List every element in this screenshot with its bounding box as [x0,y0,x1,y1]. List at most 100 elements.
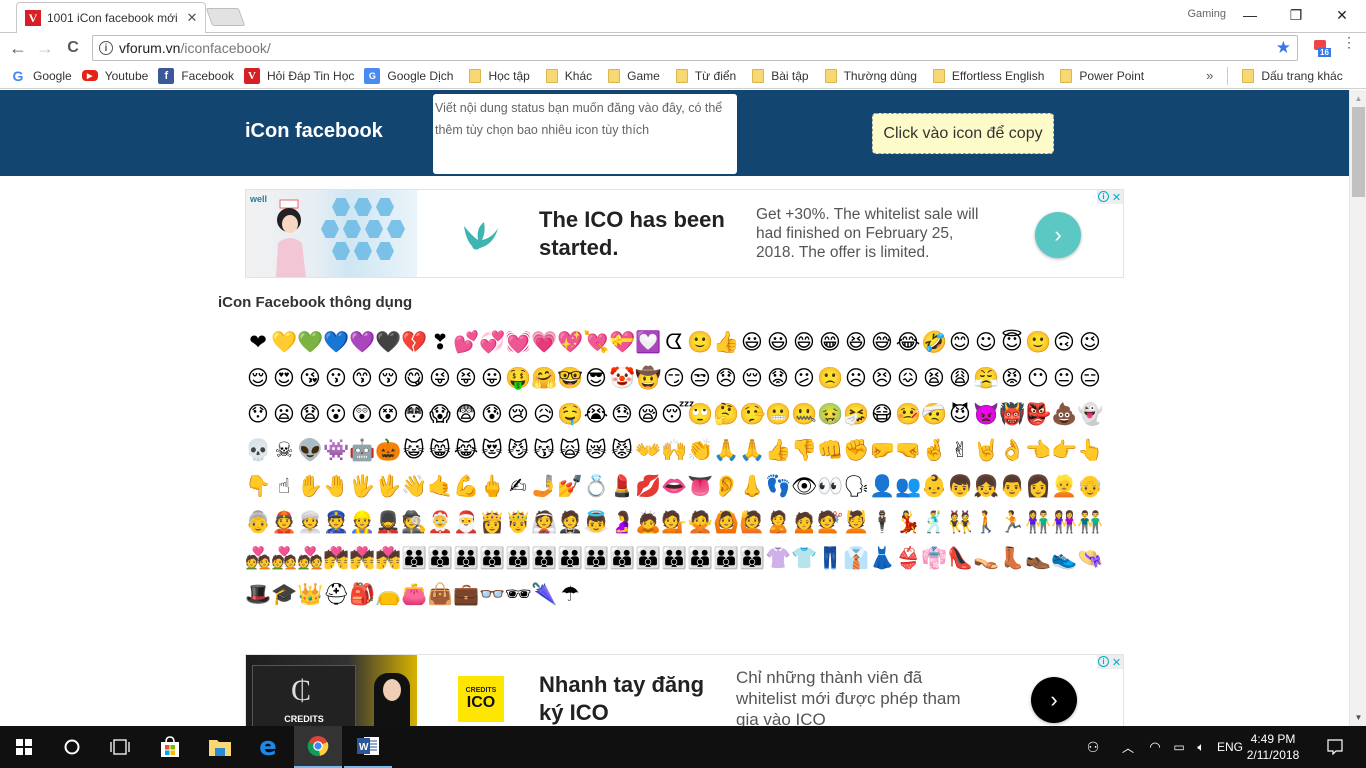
bookmark-folder-effortless-english[interactable]: Effortless English [932,68,1044,83]
emoji-item[interactable]: 👪 [661,540,687,576]
emoji-item[interactable]: 😵 [375,396,401,432]
bookmark-facebook[interactable]: f Facebook [158,67,234,84]
emoji-item[interactable]: 😽 [531,432,557,468]
emoji-item[interactable]: 💁 [661,504,687,540]
emoji-item[interactable]: 🎃 [375,432,401,468]
emoji-item[interactable]: 😏 [661,360,687,396]
emoji-item[interactable]: 👷 [349,504,375,540]
emoji-item[interactable]: 👓 [479,576,505,612]
emoji-item[interactable]: 🤰 [609,504,635,540]
emoji-item[interactable]: 👗 [869,540,895,576]
emoji-item[interactable]: 👪 [739,540,765,576]
emoji-item[interactable]: 😬 [765,396,791,432]
emoji-item[interactable]: 💩 [1051,396,1077,432]
emoji-item[interactable]: 💞 [479,324,505,360]
emoji-item[interactable]: 💝 [609,324,635,360]
emoji-item[interactable]: 👏 [687,432,713,468]
emoji-item[interactable]: 🤚 [323,468,349,504]
emoji-item[interactable]: 👣 [765,468,791,504]
emoji-item[interactable]: 😥 [531,396,557,432]
emoji-item[interactable]: 🖕 [479,468,505,504]
emoji-item[interactable]: 🙄 [687,396,713,432]
emoji-item[interactable]: 💍 [583,468,609,504]
emoji-item[interactable]: 💂 [375,504,401,540]
emoji-item[interactable]: 🗣 [843,468,870,504]
emoji-item[interactable]: 😞 [713,360,739,396]
emoji-item[interactable]: 👱 [1051,468,1077,504]
emoji-item[interactable]: 👪 [531,540,557,576]
emoji-item[interactable]: 🎅 [453,504,479,540]
emoji-item[interactable]: 👪 [609,540,635,576]
emoji-item[interactable]: 👑 [297,576,323,612]
emoji-item[interactable]: 🙂 [687,324,713,360]
emoji-item[interactable]: 👈 [1025,432,1051,468]
extension-mail-icon[interactable]: 16 [1312,38,1332,58]
ad-cta-arrow-button[interactable]: › [1035,212,1081,258]
emoji-item[interactable]: 👒 [1077,540,1103,576]
emoji-item[interactable]: 💗 [531,324,557,360]
close-window-button[interactable]: ✕ [1320,4,1364,26]
emoji-item[interactable]: 🏃 [999,504,1025,540]
emoji-item[interactable]: 🤗 [531,360,557,396]
emoji-item[interactable]: 😢 [505,396,531,432]
emoji-item[interactable]: 😿 [583,432,609,468]
start-button[interactable] [0,726,48,768]
emoji-item[interactable]: 🤐 [791,396,817,432]
emoji-item[interactable]: 😔 [739,360,765,396]
emoji-item[interactable]: 💃 [895,504,921,540]
emoji-item[interactable]: 😨 [453,396,479,432]
emoji-item[interactable]: ☂ [557,576,583,612]
emoji-item[interactable]: 👯 [947,504,973,540]
emoji-item[interactable]: 👄 [661,468,687,504]
emoji-item[interactable]: 😁 [817,324,843,360]
scrollbar-thumb[interactable] [1352,107,1365,197]
bookmark-star-icon[interactable]: ★ [1276,38,1291,58]
emoji-item[interactable]: 🙅 [687,504,713,540]
emoji-item[interactable]: 🤞 [921,432,947,468]
emoji-item[interactable]: 💅 [557,468,583,504]
emoji-item[interactable]: 👪 [635,540,661,576]
ad-info-icon[interactable]: i [1098,656,1109,667]
battery-button[interactable]: ▭ [1168,726,1190,768]
emoji-item[interactable]: 🎒 [349,576,375,612]
scroll-up-arrow-icon[interactable]: ▲ [1350,90,1366,107]
bookmark-folder-other[interactable]: Dấu trang khác [1242,68,1343,83]
emoji-item[interactable]: 👁 [791,468,818,504]
taskbar-clock[interactable]: 4:49 PM 2/11/2018 [1240,731,1306,763]
copy-hint-button[interactable]: Click vào icon để copy [872,113,1054,154]
chrome-app[interactable] [294,726,342,768]
emoji-item[interactable]: 🚶 [973,504,999,540]
ad-headline[interactable]: The ICO has been started. [539,206,739,262]
emoji-item[interactable]: 👋 [401,468,427,504]
emoji-item[interactable]: 👅 [687,468,713,504]
emoji-item[interactable]: 😱 [427,396,453,432]
emoji-item[interactable]: 😊 [947,324,973,360]
emoji-item[interactable]: 👪 [583,540,609,576]
emoji-item[interactable]: 👝 [375,576,401,612]
emoji-item[interactable]: 🤜 [895,432,921,468]
emoji-item[interactable]: 💪 [453,468,479,504]
emoji-item[interactable]: 👍 [765,432,791,468]
site-info-icon[interactable]: i [99,41,113,55]
emoji-item[interactable]: 😫 [921,360,947,396]
bookmark-folder-hoc-tap[interactable]: Học tập [469,68,530,83]
emoji-item[interactable]: 🕴 [869,504,895,540]
emoji-item[interactable]: 😾 [609,432,635,468]
emoji-item[interactable]: 😃 [765,324,791,360]
emoji-item[interactable]: 🤔 [713,396,739,432]
emoji-item[interactable]: 😦 [271,396,297,432]
emoji-item[interactable]: 😙 [349,360,375,396]
emoji-item[interactable]: 👎 [791,432,817,468]
emoji-item[interactable]: 👾 [323,432,349,468]
emoji-item[interactable]: 🕵 [401,504,427,540]
emoji-item[interactable]: 👪 [427,540,453,576]
address-bar[interactable]: i vforum.vn/iconfacebook/ ★ [92,35,1298,61]
emoji-item[interactable]: 👤 [869,468,895,504]
bookmark-google[interactable]: G Google [10,68,72,84]
emoji-item[interactable]: 💑 [245,540,271,576]
emoji-item[interactable]: 💓 [505,324,531,360]
emoji-item[interactable]: 👪 [687,540,713,576]
emoji-item[interactable]: 👙 [895,540,921,576]
emoji-item[interactable]: 💀 [245,432,271,468]
emoji-item[interactable]: 🤖 [349,432,375,468]
